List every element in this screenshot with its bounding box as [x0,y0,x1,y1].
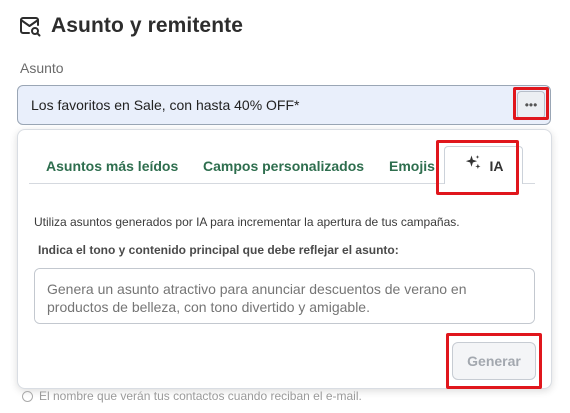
more-horizontal-icon: ••• [524,98,538,112]
subject-options-button[interactable]: ••• [517,91,545,119]
suggestion-tabs: Asuntos más leídos Campos personalizados… [29,146,535,184]
tab-ia-label: IA [489,157,504,174]
prompt-input[interactable] [34,268,535,324]
tab-ia[interactable]: IA [444,146,523,184]
tab-most-read-subjects[interactable]: Asuntos más leídos [46,158,178,174]
subject-label: Asunto [20,60,64,76]
section-title: Asunto y remitente [51,14,243,37]
generate-button[interactable]: Generar [452,342,536,380]
prompt-label: Indica el tono y contenido principal que… [38,243,399,257]
section-header: Asunto y remitente [18,14,243,38]
sparkle-icon [464,154,482,177]
tab-emojis[interactable]: Emojis [389,158,435,174]
tab-custom-fields[interactable]: Campos personalizados [203,158,364,174]
mail-search-icon [18,14,42,38]
ia-description: Utiliza asuntos generados por IA para in… [34,215,460,229]
sender-hint-text: El nombre que verán tus contactos cuando… [39,389,362,403]
subject-field: ••• [17,85,551,125]
sender-hint: El nombre que verán tus contactos cuando… [22,389,362,403]
info-icon [22,390,33,402]
subject-input[interactable] [18,86,513,124]
